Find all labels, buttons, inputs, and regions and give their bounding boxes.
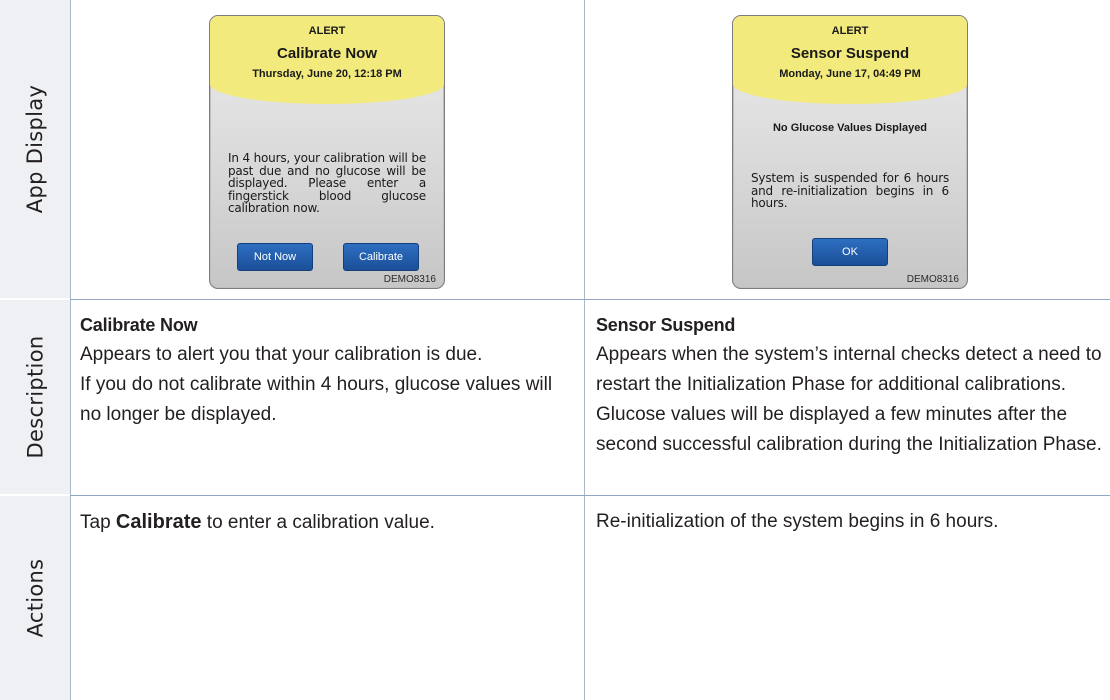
sensor-suspend-screen: ALERT Sensor Suspend Monday, June 17, 04… (732, 15, 968, 289)
alert-title: Calibrate Now (276, 45, 378, 62)
device-id: DEMO8316 (383, 274, 436, 285)
row-label-description: Description (0, 300, 70, 494)
alert-message: System is suspended for 6 hours and re-i… (751, 171, 949, 210)
row-label-actions: Actions (0, 496, 70, 700)
alert-label: ALERT (831, 25, 869, 37)
description-heading: Sensor Suspend (596, 315, 736, 335)
calibrate-button[interactable]: Calibrate (343, 243, 419, 271)
column-divider-left (70, 0, 71, 700)
column-divider-middle (584, 0, 585, 700)
sensor-suspend-description: Sensor Suspend Appears when the system’s… (596, 314, 1102, 460)
row-label-app-display-text: App Display (23, 84, 48, 214)
description-body: Appears when the system’s internal check… (596, 344, 1102, 455)
sensor-suspend-action: Re-initialization of the system begins i… (596, 510, 1102, 534)
calibrate-now-description: Calibrate Now Appears to alert you that … (80, 314, 576, 430)
alert-date: Thursday, June 20, 12:18 PM (252, 68, 402, 80)
calibrate-now-screen: ALERT Calibrate Now Thursday, June 20, 1… (209, 15, 445, 289)
action-text: Re-initialization of the system begins i… (596, 511, 999, 532)
alert-date: Monday, June 17, 04:49 PM (779, 68, 921, 80)
alert-subhead: No Glucose Values Displayed (772, 122, 928, 134)
device-id: DEMO8316 (906, 274, 959, 285)
alert-message: In 4 hours, your calibration will be pas… (228, 151, 426, 215)
ok-button[interactable]: OK (812, 238, 888, 266)
row-label-description-text: Description (23, 335, 47, 459)
description-body-1: Appears to alert you that your calibrati… (80, 344, 483, 365)
calibrate-now-action: Tap Calibrate to enter a calibration val… (80, 510, 576, 535)
action-prefix: Tap (80, 512, 116, 533)
alert-title: Sensor Suspend (790, 45, 910, 62)
not-now-button[interactable]: Not Now (237, 243, 313, 271)
alert-label: ALERT (308, 25, 346, 37)
row-label-actions-text: Actions (23, 558, 47, 638)
description-body-2: If you do not calibrate within 4 hours, … (80, 374, 553, 425)
description-heading: Calibrate Now (80, 315, 198, 335)
row-label-app-display: App Display (0, 0, 70, 298)
action-emphasis: Calibrate (115, 511, 202, 533)
row-divider-top (70, 299, 1110, 300)
action-suffix: to enter a calibration value. (201, 512, 435, 533)
row-divider-bottom (70, 495, 1110, 496)
